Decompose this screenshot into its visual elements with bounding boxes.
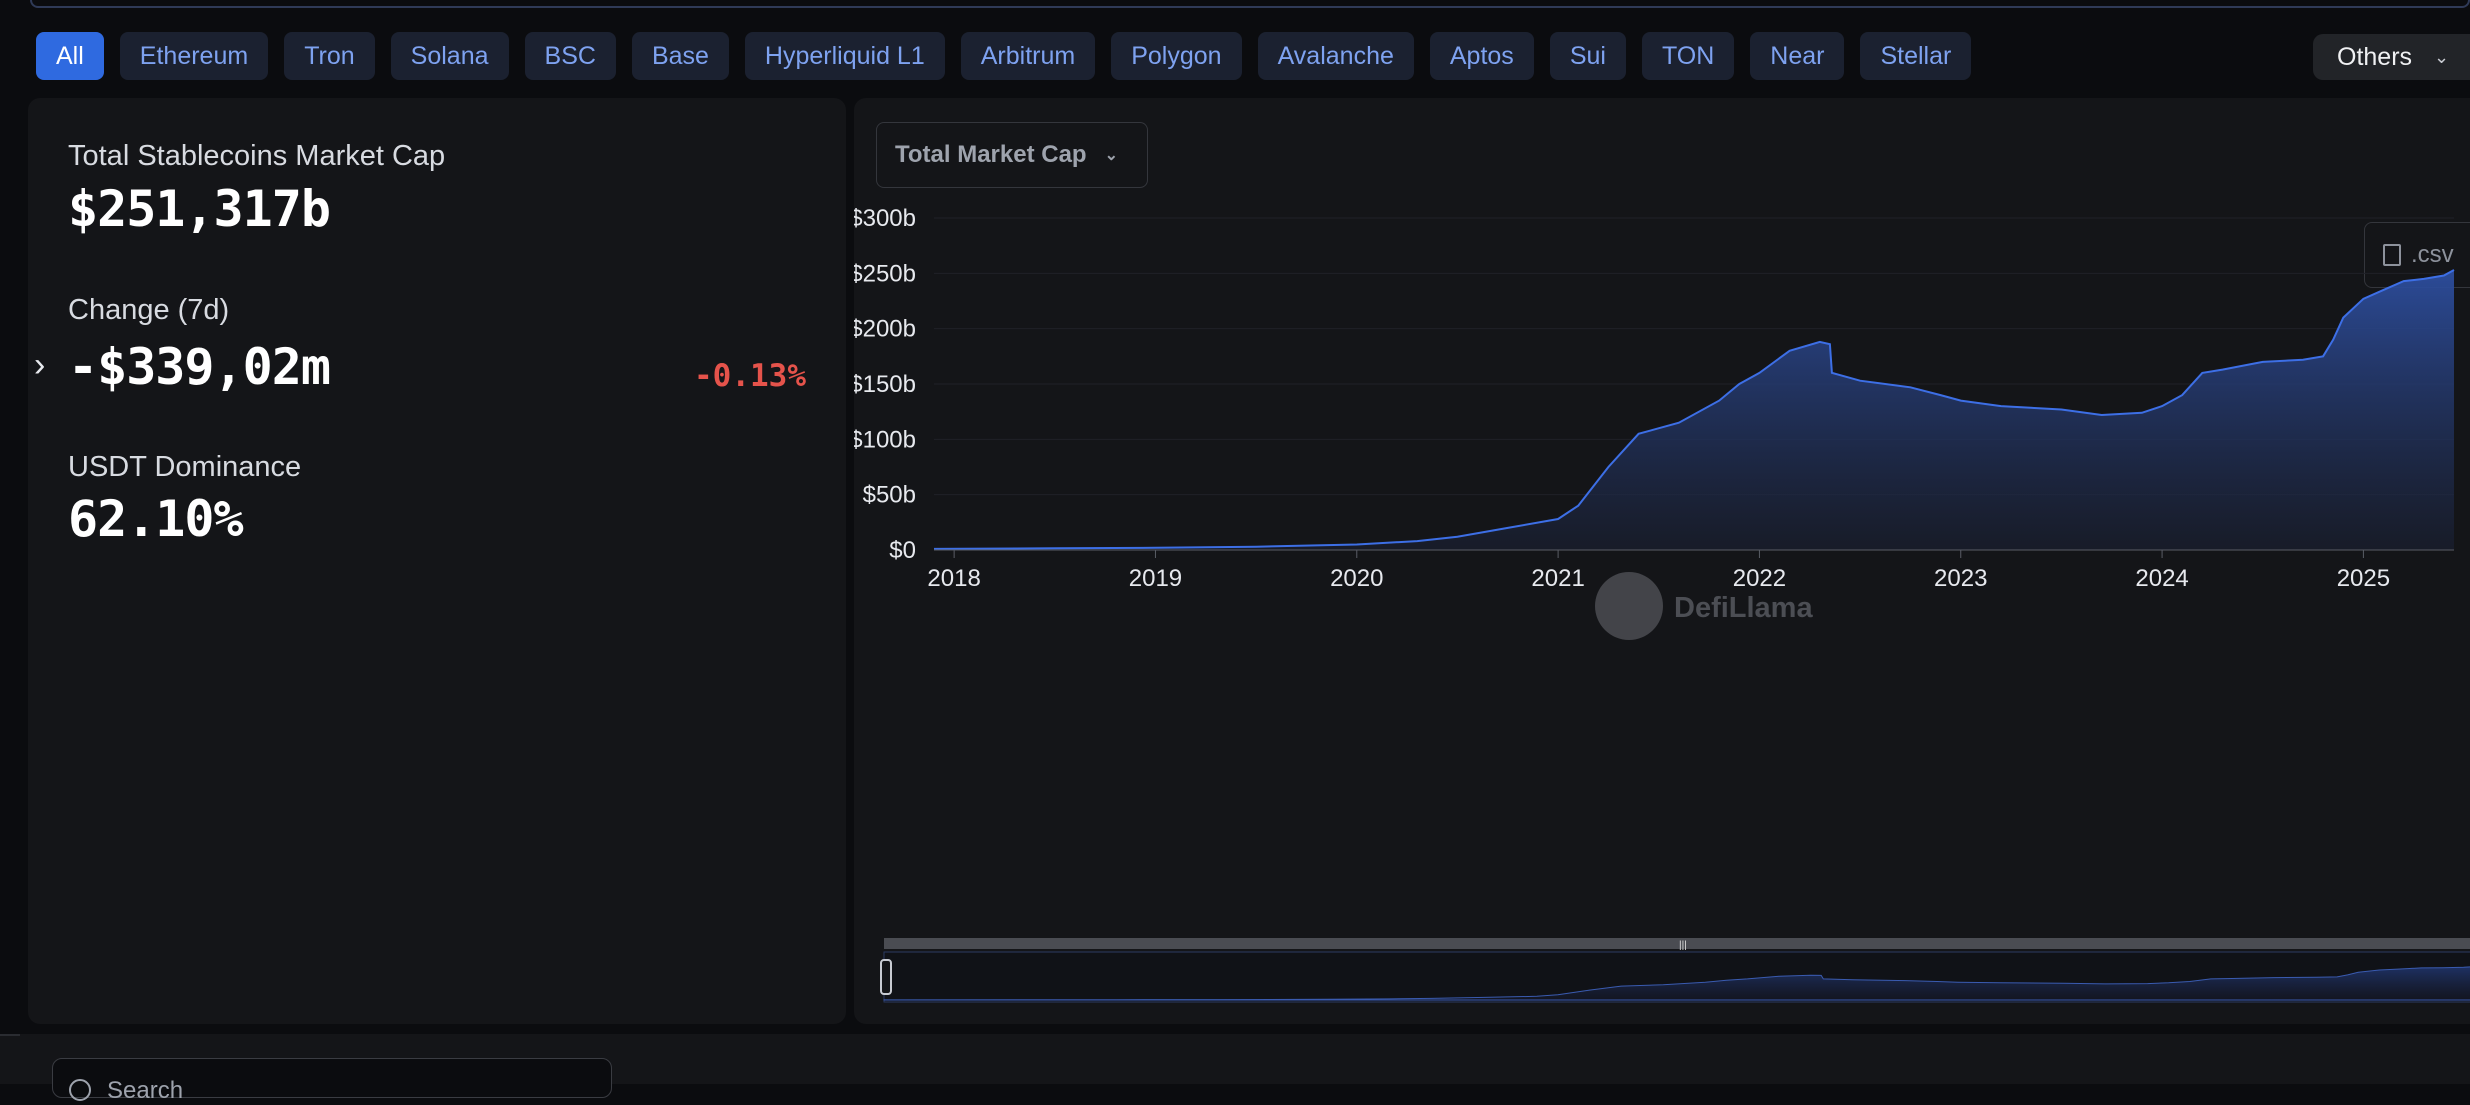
tab-near[interactable]: Near (1750, 32, 1845, 80)
tab-avalanche[interactable]: Avalanche (1257, 32, 1414, 80)
slider-handle-left (880, 959, 892, 995)
tab-stellar[interactable]: Stellar (1860, 32, 1972, 80)
top-scroll-frame (30, 0, 2470, 8)
y-tick-label: $250b (854, 260, 916, 287)
tab-arbitrum[interactable]: Arbitrum (960, 32, 1096, 80)
y-tick-label: $300b (854, 205, 916, 232)
others-dropdown[interactable]: Others ⌄ (2313, 34, 2470, 80)
tab-sui[interactable]: Sui (1549, 32, 1626, 80)
chevron-down-icon: ⌄ (2434, 46, 2450, 67)
usdt-dominance-value: 62.10% (68, 490, 244, 548)
usdt-dominance-label: USDT Dominance (68, 451, 302, 483)
x-tick-label: 2023 (1934, 565, 1987, 592)
search-field[interactable]: Search (52, 1058, 612, 1104)
slider-track (884, 938, 2470, 949)
y-tick-label: $0 (889, 537, 916, 564)
tab-polygon[interactable]: Polygon (1111, 32, 1242, 80)
divider (0, 1034, 20, 1036)
change-7d-label: Change (7d) (68, 294, 230, 326)
others-label: Others (2337, 42, 2413, 71)
tab-hyperliquid[interactable]: Hyperliquid L1 (744, 32, 945, 80)
chart-panel: Total Market Cap ⌄ .csv DefiLlama $0 $50b… (854, 98, 2470, 1024)
llama-logo-icon (1595, 572, 1663, 640)
x-tick-label: 2021 (1531, 565, 1584, 592)
x-tick-label: 2025 (2337, 565, 2390, 592)
slider-grip-icon: ||| (1679, 940, 1687, 951)
y-tick-label: $100b (854, 426, 916, 453)
tab-ethereum[interactable]: Ethereum (119, 32, 269, 80)
search-icon (69, 1079, 91, 1101)
series-area (934, 270, 2454, 550)
tab-solana[interactable]: Solana (390, 32, 509, 80)
tab-bsc[interactable]: BSC (524, 32, 616, 80)
stats-panel: Total Stablecoins Market Cap $251,317b C… (28, 98, 846, 1024)
x-tick-label: 2019 (1129, 565, 1182, 592)
y-tick-label: $50b (863, 482, 916, 509)
chain-tabs: All Ethereum Tron Solana BSC Base Hyperl… (36, 32, 1972, 80)
x-tick-label: 2018 (927, 565, 980, 592)
y-tick-label: $150b (854, 371, 916, 398)
watermark-text: DefiLlama (1674, 592, 1813, 624)
time-range-slider: ||| (880, 938, 2470, 1003)
tab-ton[interactable]: TON (1641, 32, 1735, 80)
change-7d-percent: -0.13% (694, 358, 806, 394)
y-tick-label: $200b (854, 316, 916, 343)
tab-aptos[interactable]: Aptos (1429, 32, 1534, 80)
total-mcap-value: $251,317b (68, 180, 331, 238)
x-tick-label: 2020 (1330, 565, 1383, 592)
market-cap-chart[interactable]: DefiLlama $0 $50b $100b $150b $200b $250b $300… (854, 98, 2470, 1024)
tab-all[interactable]: All (36, 32, 104, 80)
change-7d-value: -$339,02m (68, 338, 331, 396)
total-mcap-label: Total Stablecoins Market Cap (68, 140, 446, 172)
x-tick-label: 2024 (2135, 565, 2188, 592)
tab-base[interactable]: Base (631, 32, 729, 80)
x-tick-label: 2022 (1733, 565, 1786, 592)
tab-tron[interactable]: Tron (284, 32, 375, 80)
search-placeholder: Search (107, 1077, 184, 1104)
chevron-right-icon[interactable]: › (34, 346, 45, 385)
